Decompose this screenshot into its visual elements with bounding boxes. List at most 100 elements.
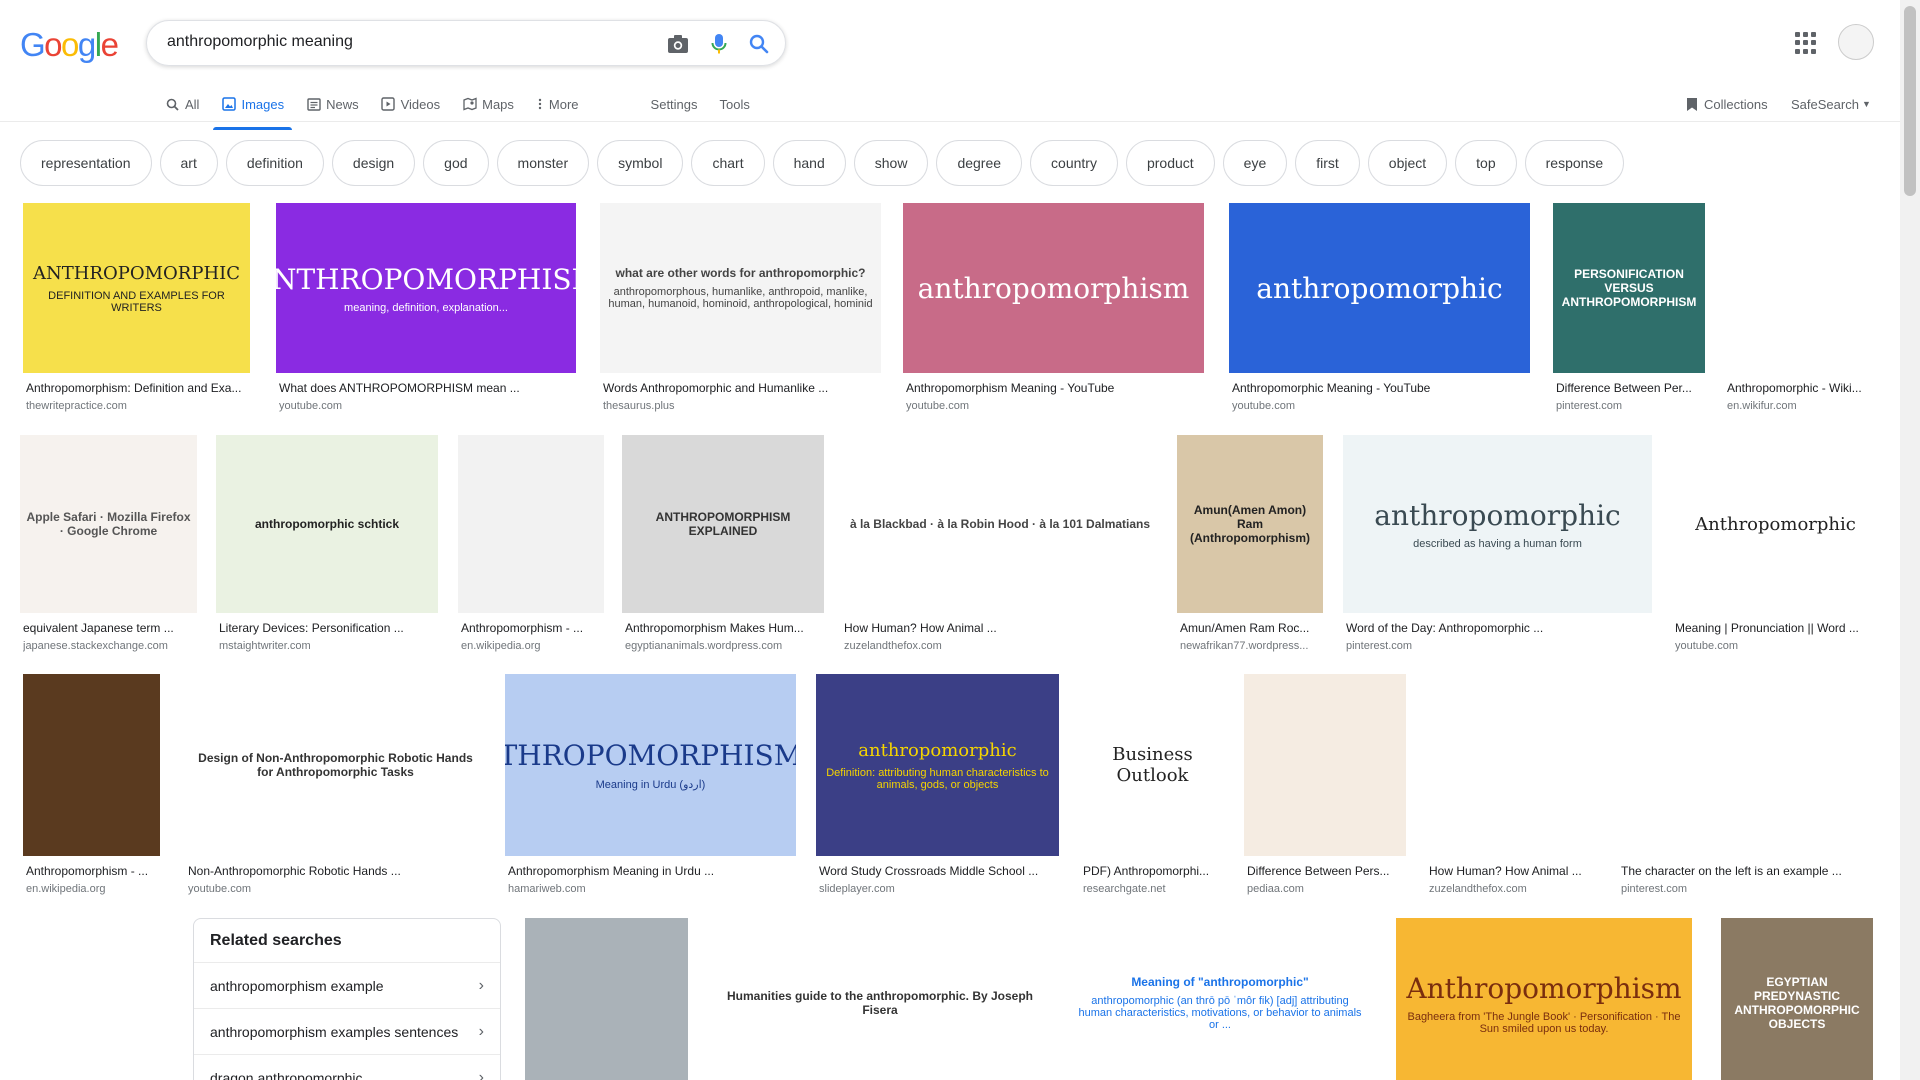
tab-maps[interactable]: Maps bbox=[462, 88, 514, 120]
image-result[interactable]: à la Blackbad · à la Robin Hood · à la 1… bbox=[841, 435, 1159, 653]
chip-country[interactable]: country bbox=[1030, 140, 1118, 186]
result-thumbnail[interactable]: anthropomorphism bbox=[903, 203, 1204, 373]
tab-all[interactable]: All bbox=[165, 88, 199, 120]
result-thumbnail[interactable] bbox=[23, 674, 160, 856]
result-caption[interactable]: Word of the Day: Anthropomorphic ... bbox=[1346, 621, 1649, 635]
result-caption[interactable]: Difference Between Per... bbox=[1556, 381, 1702, 395]
result-thumbnail[interactable]: ANTHROPOMORPHISM EXPLAINED bbox=[622, 435, 824, 613]
result-thumbnail[interactable]: EGYPTIAN PREDYNASTIC ANTHROPOMORPHIC OBJ… bbox=[1721, 918, 1873, 1080]
image-result[interactable]: Anthropomorphic - Wiki... en.wikifur.com bbox=[1724, 203, 1879, 413]
result-caption[interactable]: Anthropomorphism Meaning - YouTube bbox=[906, 381, 1201, 395]
result-thumbnail[interactable]: THROPOMORPHISM Meaning in Urdu (اردو) bbox=[505, 674, 796, 856]
image-result[interactable]: The character on the left is an example … bbox=[1618, 674, 1880, 896]
result-thumbnail[interactable]: ANTHROPOMORPHIC DEFINITION AND EXAMPLES F… bbox=[23, 203, 250, 373]
chip-hand[interactable]: hand bbox=[772, 140, 846, 186]
chip-design[interactable]: design bbox=[331, 140, 416, 186]
image-result[interactable]: Anthropomorphism Bagheera from 'The Jungl… bbox=[1396, 918, 1692, 1080]
result-thumbnail[interactable]: Humanities guide to the anthropomorphic.… bbox=[712, 918, 1048, 1080]
chip-degree[interactable]: degree bbox=[936, 140, 1023, 186]
image-result[interactable]: Difference Between Pers... pediaa.com bbox=[1244, 674, 1406, 896]
tab-videos[interactable]: Videos bbox=[381, 88, 440, 120]
scrollbar[interactable] bbox=[1900, 0, 1920, 1080]
search-input[interactable]: anthropomorphic meaning bbox=[167, 33, 353, 51]
image-result[interactable]: ANTHROPOMORPHISM EXPLAINED Anthropomorphi… bbox=[622, 435, 824, 653]
tab-news[interactable]: News bbox=[306, 88, 359, 120]
related-search-item[interactable]: anthropomorphism examples sentences › bbox=[194, 1008, 500, 1054]
result-thumbnail[interactable]: anthropomorphic bbox=[1229, 203, 1530, 373]
result-caption[interactable]: PDF) Anthropomorphi... bbox=[1083, 864, 1222, 878]
result-caption[interactable]: equivalent Japanese term ... bbox=[23, 621, 194, 635]
result-thumbnail[interactable] bbox=[1244, 674, 1406, 856]
result-thumbnail[interactable]: anthropomorphic schtick bbox=[216, 435, 438, 613]
image-result[interactable]: Anthropomorphic Meaning | Pronunciation |… bbox=[1672, 435, 1879, 653]
image-result[interactable]: Apple Safari · Mozilla Firefox · Google … bbox=[20, 435, 197, 653]
image-result[interactable] bbox=[525, 918, 688, 1080]
result-thumbnail[interactable] bbox=[20, 918, 173, 1080]
tab-tools[interactable]: Tools bbox=[720, 88, 750, 120]
result-caption[interactable]: Meaning | Pronunciation || Word ... bbox=[1675, 621, 1876, 635]
result-caption[interactable]: Word Study Crossroads Middle School ... bbox=[819, 864, 1056, 878]
tab-settings[interactable]: Settings bbox=[651, 88, 698, 120]
image-result[interactable]: ANTHROPOMORPHISM meaning, definition, exp… bbox=[276, 203, 576, 413]
result-caption[interactable]: What does ANTHROPOMORPHISM mean ... bbox=[279, 381, 573, 395]
image-result[interactable]: THROPOMORPHISM Meaning in Urdu (اردو) Anth… bbox=[505, 674, 796, 896]
result-thumbnail[interactable]: what are other words for anthropomorphic… bbox=[600, 203, 881, 373]
related-search-item[interactable]: anthropomorphism example › bbox=[194, 962, 500, 1008]
result-thumbnail[interactable]: à la Blackbad · à la Robin Hood · à la 1… bbox=[841, 435, 1159, 613]
result-caption[interactable]: How Human? How Animal ... bbox=[1429, 864, 1595, 878]
result-thumbnail[interactable]: Anthropomorphism Bagheera from 'The Jungl… bbox=[1396, 918, 1692, 1080]
image-result[interactable]: anthropomorphism Anthropomorphism Meaning… bbox=[903, 203, 1204, 413]
image-result[interactable]: what are other words for anthropomorphic… bbox=[600, 203, 881, 413]
result-thumbnail[interactable]: anthropomorphic Definition: attributing h… bbox=[816, 674, 1059, 856]
image-result[interactable]: ANTHROPOMORPHIC DEFINITION AND EXAMPLES F… bbox=[23, 203, 250, 413]
result-thumbnail[interactable]: Design of Non-Anthropomorphic Robotic Ha… bbox=[185, 674, 486, 856]
image-result[interactable]: Anthropomorphism - ... en.wikipedia.org bbox=[458, 435, 604, 653]
result-caption[interactable]: Anthropomorphism - ... bbox=[26, 864, 157, 878]
image-result[interactable]: anthropomorphic described as having a hum… bbox=[1343, 435, 1652, 653]
chip-eye[interactable]: eye bbox=[1222, 140, 1288, 186]
image-result[interactable]: Design of Non-Anthropomorphic Robotic Ha… bbox=[185, 674, 486, 896]
image-result[interactable]: anthropomorphic schtick Literary Devices:… bbox=[216, 435, 438, 653]
image-result[interactable]: Amun(Amen Amon) Ram (Anthropomorphism) Am… bbox=[1177, 435, 1323, 653]
result-thumbnail[interactable]: ANTHROPOMORPHISM meaning, definition, exp… bbox=[276, 203, 576, 373]
result-thumbnail[interactable] bbox=[1426, 674, 1598, 856]
result-caption[interactable]: Anthropomorphic Meaning - YouTube bbox=[1232, 381, 1527, 395]
chip-chart[interactable]: chart bbox=[691, 140, 765, 186]
image-result[interactable]: How Human? How Animal ... zuzelandthefox.… bbox=[1426, 674, 1598, 896]
result-thumbnail[interactable]: Business Outlook bbox=[1080, 674, 1225, 856]
camera-icon[interactable] bbox=[666, 32, 690, 56]
result-thumbnail[interactable]: Meaning of "anthropomorphic" anthropomorp… bbox=[1068, 918, 1372, 1080]
chip-representation[interactable]: representation bbox=[20, 140, 152, 186]
result-thumbnail[interactable]: anthropomorphic described as having a hum… bbox=[1343, 435, 1652, 613]
image-result[interactable]: Business Outlook PDF) Anthropomorphi... re… bbox=[1080, 674, 1225, 896]
result-caption[interactable]: Difference Between Pers... bbox=[1247, 864, 1403, 878]
chip-first[interactable]: first bbox=[1295, 140, 1360, 186]
chip-object[interactable]: object bbox=[1367, 140, 1448, 186]
chip-art[interactable]: art bbox=[159, 140, 218, 186]
search-box[interactable]: anthropomorphic meaning bbox=[146, 20, 786, 66]
result-caption[interactable]: Anthropomorphism: Definition and Exa... bbox=[26, 381, 247, 395]
chip-product[interactable]: product bbox=[1125, 140, 1215, 186]
chip-monster[interactable]: monster bbox=[496, 140, 590, 186]
result-thumbnail[interactable]: Amun(Amen Amon) Ram (Anthropomorphism) bbox=[1177, 435, 1323, 613]
microphone-icon[interactable] bbox=[707, 32, 731, 56]
chip-definition[interactable]: definition bbox=[225, 140, 324, 186]
result-thumbnail[interactable]: PERSONIFICATION VERSUS ANTHROPOMORPHISM bbox=[1553, 203, 1705, 373]
result-thumbnail[interactable] bbox=[1724, 203, 1879, 373]
chip-top[interactable]: top bbox=[1455, 140, 1517, 186]
safesearch-toggle[interactable]: SafeSearch ▼ bbox=[1791, 88, 1871, 120]
result-caption[interactable]: Non-Anthropomorphic Robotic Hands ... bbox=[188, 864, 483, 878]
chip-show[interactable]: show bbox=[853, 140, 929, 186]
chip-response[interactable]: response bbox=[1524, 140, 1625, 186]
result-thumbnail[interactable] bbox=[458, 435, 604, 613]
avatar[interactable] bbox=[1838, 24, 1874, 60]
result-caption[interactable]: Words Anthropomorphic and Humanlike ... bbox=[603, 381, 878, 395]
result-thumbnail[interactable]: Anthropomorphic bbox=[1672, 435, 1879, 613]
collections-link[interactable]: Collections bbox=[1686, 88, 1768, 120]
image-result[interactable]: anthropomorphic Definition: attributing h… bbox=[816, 674, 1059, 896]
result-caption[interactable]: Anthropomorphic - Wiki... bbox=[1727, 381, 1876, 395]
result-caption[interactable]: Anthropomorphism - ... bbox=[461, 621, 601, 635]
image-result[interactable]: Humanities guide to the anthropomorphic.… bbox=[712, 918, 1048, 1080]
result-caption[interactable]: The character on the left is an example … bbox=[1621, 864, 1877, 878]
image-result[interactable] bbox=[20, 918, 173, 1080]
